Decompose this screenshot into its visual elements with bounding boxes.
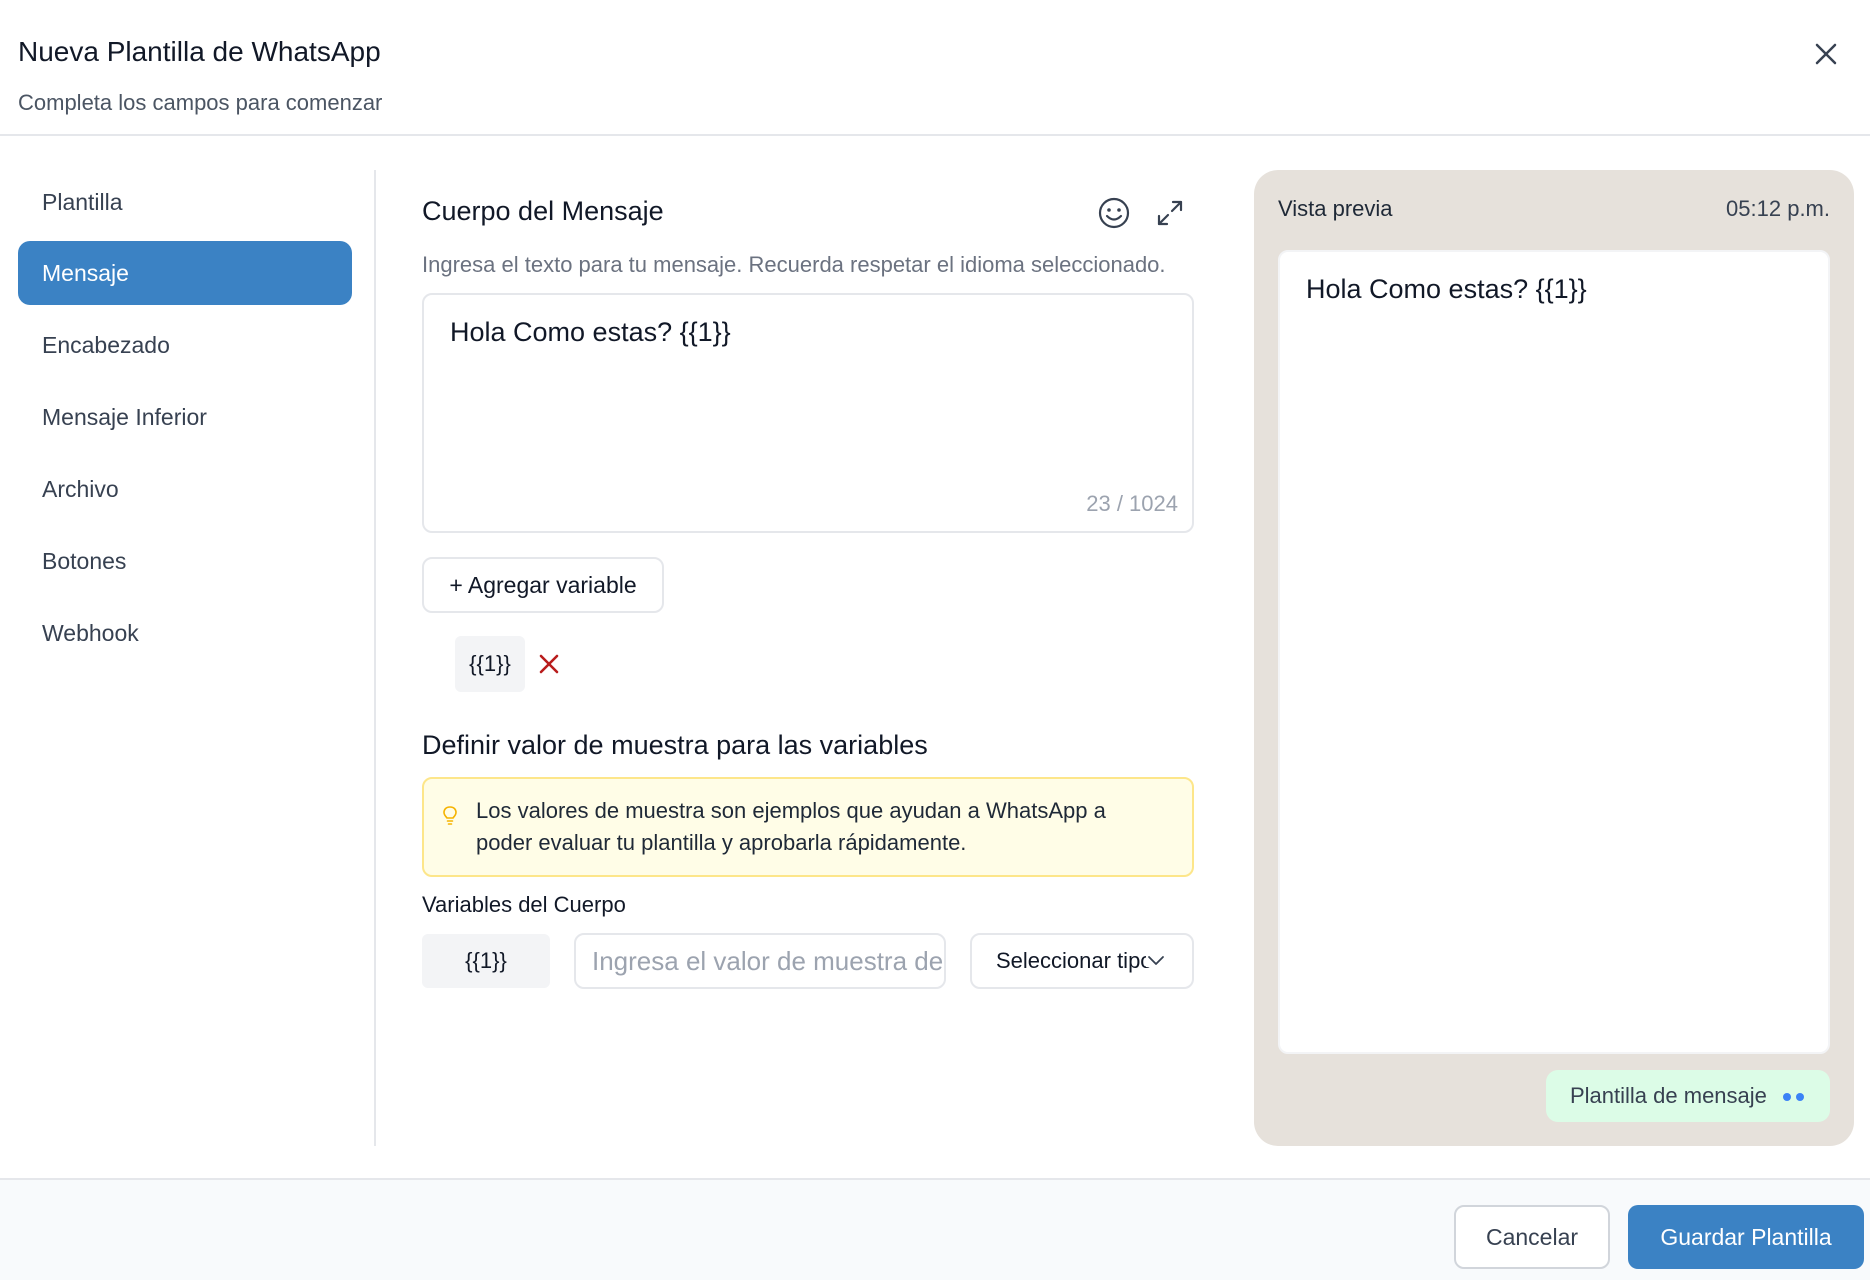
sample-variable-label: {{1}} [422,934,550,988]
preview-panel: Vista previa 05:12 p.m. Hola Como estas?… [1254,170,1854,1146]
lightbulb-icon [443,806,457,825]
close-icon[interactable] [1808,36,1844,72]
message-body-textarea[interactable]: Hola Como estas? {{1}} 23 / 1024 [422,293,1194,533]
chevron-down-icon [1146,953,1166,967]
modal-header: Nueva Plantilla de WhatsApp Completa los… [0,0,1870,136]
emoji-icon[interactable] [1094,193,1134,233]
modal-footer: Cancelar Guardar Plantilla [0,1178,1870,1280]
modal-title: Nueva Plantilla de WhatsApp [18,36,381,67]
preview-message-text: Hola Como estas? {{1}} [1306,274,1587,304]
sample-value-input[interactable]: Ingresa el valor de muestra de la variab… [574,933,946,989]
sidebar-item-mensaje[interactable]: Mensaje [18,241,352,305]
modal-subtitle: Completa los campos para comenzar [18,90,383,115]
variable-type-select[interactable]: Seleccionar tipo [970,933,1194,989]
message-section-title: Cuerpo del Mensaje [422,196,664,226]
expand-icon[interactable] [1150,193,1190,233]
char-counter: 23 / 1024 [1086,491,1178,516]
sidebar-item-encabezado[interactable]: Encabezado [18,313,352,377]
template-tag-badge: Plantilla de mensaje [1546,1070,1830,1122]
remove-variable-icon[interactable] [535,650,563,678]
info-box: Los valores de muestra son ejemplos que … [422,777,1194,877]
sidebar-item-plantilla[interactable]: Plantilla [18,170,352,234]
body-variables-label: Variables del Cuerpo [422,892,626,917]
info-text: Los valores de muestra son ejemplos que … [476,798,1106,855]
sidebar-nav: Plantilla Mensaje Encabezado Mensaje Inf… [0,170,376,1146]
template-tag-label: Plantilla de mensaje [1570,1083,1767,1108]
sidebar-item-botones[interactable]: Botones [18,529,352,593]
variable-chip: {{1}} [455,636,525,692]
add-variable-button[interactable]: + Agregar variable [422,557,664,613]
cancel-button[interactable]: Cancelar [1454,1205,1610,1269]
sidebar-item-mensaje-inferior[interactable]: Mensaje Inferior [18,385,352,449]
dots-icon [1783,1093,1804,1101]
sidebar-item-webhook[interactable]: Webhook [18,601,352,665]
message-body-text: Hola Como estas? {{1}} [450,317,731,347]
preview-title: Vista previa [1278,196,1393,221]
samples-section-title: Definir valor de muestra para las variab… [422,730,928,760]
variable-type-select-value: Seleccionar tipo [996,948,1153,973]
message-help-text: Ingresa el texto para tu mensaje. Recuer… [422,252,1166,277]
sidebar-item-archivo[interactable]: Archivo [18,457,352,521]
preview-message-bubble: Hola Como estas? {{1}} [1278,250,1830,1054]
save-template-button[interactable]: Guardar Plantilla [1628,1205,1864,1269]
preview-time: 05:12 p.m. [1726,196,1830,221]
